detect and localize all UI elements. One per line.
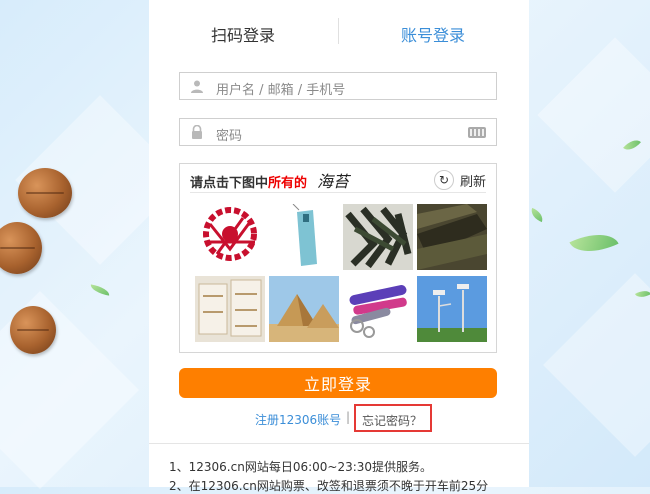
captcha-tile-street-lights[interactable] bbox=[417, 276, 487, 342]
captcha-tile-cotton-swabs[interactable] bbox=[195, 276, 265, 342]
captcha-target-word: 海苔 bbox=[317, 172, 350, 191]
login-button[interactable]: 立即登录 bbox=[179, 368, 497, 398]
tab-divider bbox=[338, 18, 339, 44]
captcha-prompt: 请点击下图中所有的 bbox=[190, 176, 308, 191]
captcha-tile-seaweed-sheets[interactable] bbox=[417, 204, 487, 270]
nut-decoration bbox=[18, 168, 72, 218]
notice-divider bbox=[149, 443, 529, 444]
background-diamond bbox=[543, 273, 650, 457]
tab-qr-login[interactable]: 扫码登录 bbox=[211, 22, 275, 46]
notice-line-1: 1、12306.cn网站每日06:00~23:30提供服务。 bbox=[169, 460, 433, 474]
captcha-tile-seaweed[interactable] bbox=[343, 204, 413, 270]
captcha-tile-hanging-tag[interactable] bbox=[269, 204, 339, 270]
captcha-box: 请点击下图中所有的 海苔 ↻ 刷新 bbox=[179, 163, 497, 353]
nut-decoration bbox=[10, 306, 56, 354]
username-input[interactable]: 用户名 / 邮箱 / 手机号 bbox=[179, 72, 497, 100]
leaf-decoration bbox=[528, 207, 546, 223]
user-icon bbox=[191, 80, 203, 93]
forgot-password-label: 忘记密码？ bbox=[362, 414, 423, 428]
lock-icon bbox=[192, 125, 202, 139]
password-input[interactable]: 密码 bbox=[179, 118, 497, 146]
tab-account-login[interactable]: 账号登录 bbox=[401, 22, 465, 46]
captcha-divider bbox=[190, 192, 486, 193]
refresh-icon: ↻ bbox=[433, 170, 454, 190]
login-tabs: 扫码登录 账号登录 bbox=[149, 0, 529, 64]
register-link[interactable]: 注册12306账号 bbox=[255, 411, 341, 428]
nut-decoration bbox=[0, 222, 42, 274]
leaf-decoration bbox=[89, 284, 111, 296]
captcha-tile-paper-cut[interactable] bbox=[195, 204, 265, 270]
captcha-tile-pyramids[interactable] bbox=[269, 276, 339, 342]
captcha-tile-keychains[interactable] bbox=[343, 276, 413, 342]
keyboard-icon[interactable] bbox=[468, 127, 486, 138]
link-separator: | bbox=[346, 410, 351, 424]
leaf-decoration bbox=[569, 223, 619, 263]
username-placeholder: 用户名 / 邮箱 / 手机号 bbox=[216, 83, 346, 98]
refresh-label: 刷新 bbox=[459, 174, 486, 190]
notice-line-2: 2、在12306.cn网站购票、改签和退票须不晚于开车前25分 bbox=[169, 479, 489, 493]
password-placeholder: 密码 bbox=[216, 129, 243, 144]
forgot-password-link[interactable]: 忘记密码？ bbox=[354, 404, 432, 432]
captcha-refresh-button[interactable]: ↻ 刷新 bbox=[433, 170, 486, 190]
login-panel: 扫码登录 账号登录 用户名 / 邮箱 / 手机号 密码 请点击下图中所有的 海苔… bbox=[149, 0, 529, 493]
background-diamond bbox=[537, 37, 650, 193]
